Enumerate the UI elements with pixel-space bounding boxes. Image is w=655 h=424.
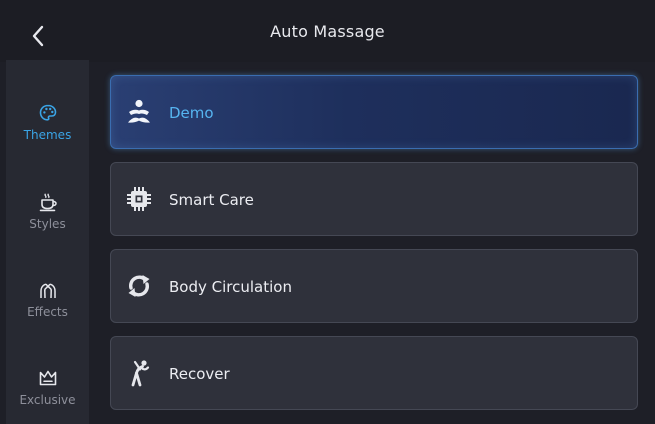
- palette-icon: [38, 103, 58, 123]
- sidebar-item-styles[interactable]: Styles: [6, 171, 89, 251]
- circular-arrows-icon: [125, 272, 153, 300]
- page-title: Auto Massage: [270, 22, 385, 41]
- program-card-label: Smart Care: [169, 191, 254, 209]
- program-card-label: Recover: [169, 365, 230, 383]
- program-card-recover[interactable]: Recover: [110, 336, 638, 410]
- program-card-label: Body Circulation: [169, 278, 292, 296]
- sidebar-item-themes[interactable]: Themes: [6, 82, 89, 162]
- app-screen: Auto Massage Themes Styles Effects Exclu…: [0, 0, 655, 424]
- muscle-arms-icon: [38, 280, 58, 300]
- program-card-label: Demo: [169, 104, 214, 122]
- program-card-smart-care[interactable]: Smart Care: [110, 162, 638, 236]
- sidebar: Themes Styles Effects Exclusive: [6, 60, 89, 424]
- program-card-body-circulation[interactable]: Body Circulation: [110, 249, 638, 323]
- cup-icon: [38, 192, 58, 212]
- sidebar-item-label: Themes: [23, 127, 72, 142]
- crown-icon: [38, 368, 58, 388]
- program-card-demo[interactable]: Demo: [110, 75, 638, 149]
- sidebar-item-label: Effects: [27, 304, 68, 319]
- sidebar-item-effects[interactable]: Effects: [6, 259, 89, 339]
- sidebar-item-label: Styles: [29, 216, 66, 231]
- stretching-person-icon: [125, 359, 153, 387]
- chip-icon: [125, 185, 153, 213]
- header-bar: Auto Massage: [0, 0, 655, 62]
- person-meditation-icon: [125, 98, 153, 126]
- sidebar-item-exclusive[interactable]: Exclusive: [6, 347, 89, 424]
- sidebar-item-label: Exclusive: [19, 392, 76, 407]
